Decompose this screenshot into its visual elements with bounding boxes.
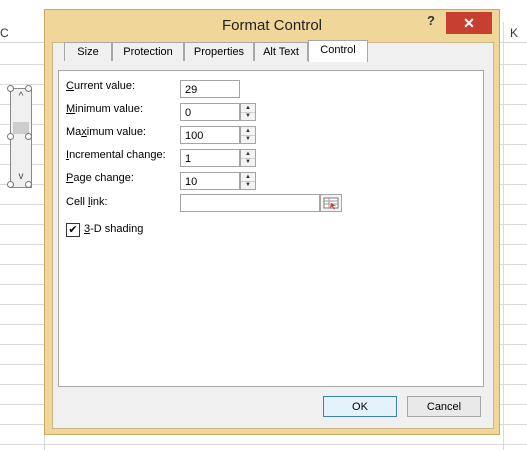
cell-link-label: Cell link: bbox=[66, 196, 108, 208]
tab-protection[interactable]: Protection bbox=[112, 42, 184, 61]
range-picker-button[interactable] bbox=[320, 194, 342, 212]
cancel-button[interactable]: Cancel bbox=[407, 396, 481, 417]
page-change-label: Page change: bbox=[66, 172, 134, 184]
column-header-k[interactable]: K bbox=[510, 26, 518, 40]
selection-handle[interactable] bbox=[7, 133, 14, 140]
selection-handle[interactable] bbox=[25, 181, 32, 188]
arrow-down-icon[interactable]: ▼ bbox=[241, 135, 255, 143]
arrow-down-icon[interactable]: ▼ bbox=[241, 181, 255, 189]
ok-button[interactable]: OK bbox=[323, 396, 397, 417]
grid-line bbox=[0, 444, 527, 445]
selection-handle[interactable] bbox=[7, 85, 14, 92]
dialog-titlebar[interactable]: Format Control ? ✕ bbox=[45, 10, 499, 42]
range-select-icon bbox=[323, 197, 339, 210]
tab-size[interactable]: Size bbox=[64, 42, 112, 61]
arrow-down-icon[interactable]: ▼ bbox=[241, 158, 255, 166]
arrow-down-icon[interactable]: ▼ bbox=[241, 112, 255, 120]
minimum-value-stepper[interactable]: ▲ ▼ bbox=[240, 103, 256, 121]
current-value-field[interactable]: 29 bbox=[180, 80, 240, 98]
close-icon: ✕ bbox=[463, 15, 475, 31]
tab-control[interactable]: Control bbox=[308, 40, 368, 62]
incremental-change-label: Incremental change: bbox=[66, 149, 166, 161]
page-change-field[interactable]: 10 bbox=[180, 172, 240, 190]
maximum-value-label: Maximum value: bbox=[66, 126, 147, 138]
selection-handle[interactable] bbox=[7, 181, 14, 188]
current-value-label: Current value: bbox=[66, 80, 136, 92]
selection-handle[interactable] bbox=[25, 85, 32, 92]
tab-alt-text[interactable]: Alt Text bbox=[254, 42, 308, 61]
column-header-c[interactable]: C bbox=[0, 26, 9, 40]
close-button[interactable]: ✕ bbox=[446, 12, 492, 34]
cell-link-field[interactable] bbox=[180, 194, 320, 212]
incremental-change-stepper[interactable]: ▲ ▼ bbox=[240, 149, 256, 167]
incremental-change-field[interactable]: 1 bbox=[180, 149, 240, 167]
tab-properties[interactable]: Properties bbox=[184, 42, 254, 61]
grid-line bbox=[503, 22, 504, 450]
3d-shading-label[interactable]: 3-D shading bbox=[84, 223, 143, 235]
3d-shading-checkbox[interactable]: ✔ bbox=[66, 223, 80, 237]
minimum-value-field[interactable]: 0 bbox=[180, 103, 240, 121]
maximum-value-stepper[interactable]: ▲ ▼ bbox=[240, 126, 256, 144]
help-button[interactable]: ? bbox=[427, 13, 439, 29]
selection-handle[interactable] bbox=[25, 133, 32, 140]
page-change-stepper[interactable]: ▲ ▼ bbox=[240, 172, 256, 190]
maximum-value-field[interactable]: 100 bbox=[180, 126, 240, 144]
minimum-value-label: Minimum value: bbox=[66, 103, 144, 115]
